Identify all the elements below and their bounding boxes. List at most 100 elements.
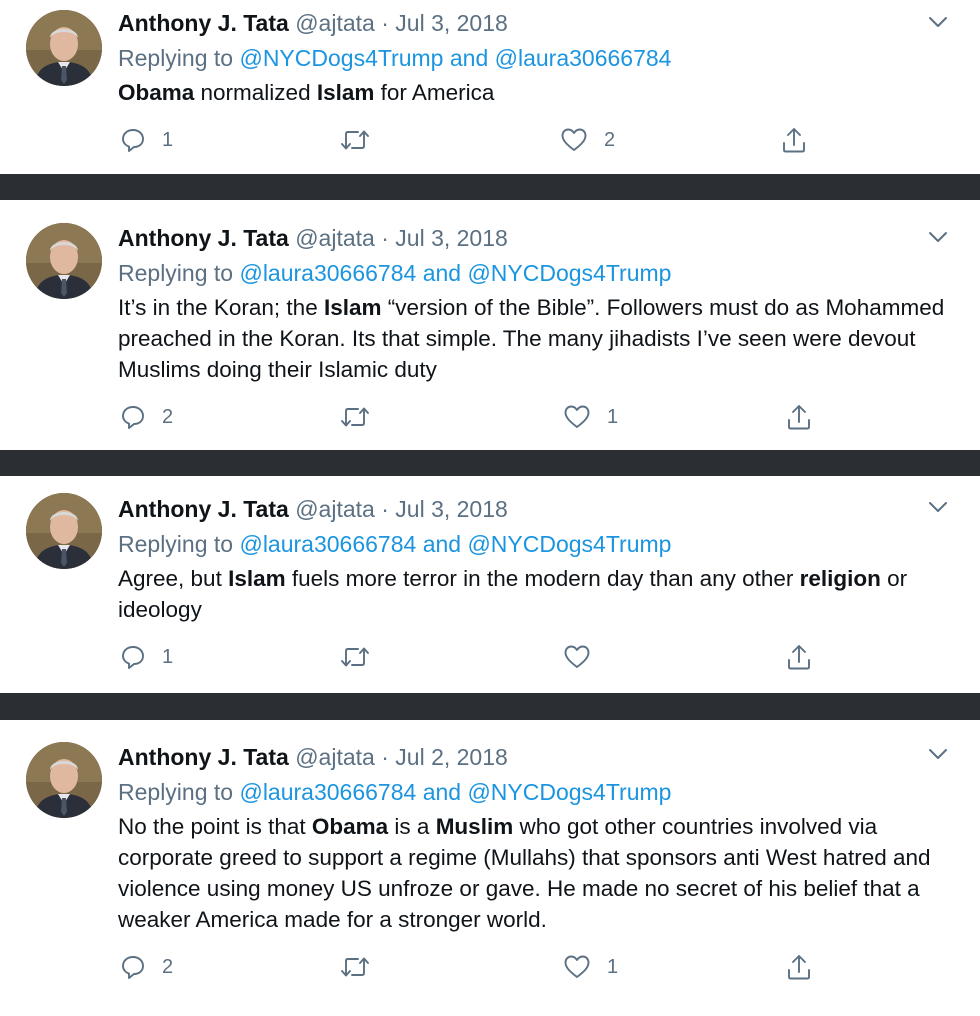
tweet-header: Anthony J. Tata @ajtata · Jul 3, 2018: [118, 8, 508, 38]
avatar[interactable]: [26, 10, 102, 86]
reply-button[interactable]: 2: [120, 950, 173, 984]
like-button[interactable]: 1: [563, 950, 618, 984]
reply-icon: [122, 406, 144, 429]
tweet-date[interactable]: Jul 3, 2018: [395, 496, 508, 522]
share-icon: [788, 405, 810, 430]
reply-count: 2: [162, 955, 174, 978]
tweet-body: Agree, but Islam fuels more terror in th…: [118, 563, 968, 625]
heart-icon: [564, 645, 590, 668]
author-handle[interactable]: @ajtata: [295, 10, 375, 36]
bold-text: Islam: [316, 80, 375, 105]
avatar-photo: [26, 10, 102, 86]
chevron-down-icon[interactable]: [925, 228, 951, 246]
bold-text: Obama: [118, 80, 195, 105]
reply-button[interactable]: 1: [120, 640, 173, 674]
tweet-header: Anthony J. Tata @ajtata · Jul 3, 2018: [118, 223, 508, 253]
share-button[interactable]: [786, 400, 812, 434]
avatar-photo: [26, 223, 102, 299]
tweet-actions: 1 2: [0, 123, 980, 157]
author-handle[interactable]: @ajtata: [295, 496, 375, 522]
reply-count: 1: [162, 645, 174, 668]
tweet-header: Anthony J. Tata @ajtata · Jul 2, 2018: [118, 742, 508, 772]
body-text: fuels more terror in the modern day than…: [285, 566, 800, 591]
author-name[interactable]: Anthony J. Tata: [118, 10, 289, 36]
replying-prefix: Replying to: [118, 531, 234, 557]
reply-icon: [122, 956, 144, 979]
reply-button[interactable]: 1: [120, 123, 173, 157]
author-handle[interactable]: @ajtata: [295, 744, 375, 770]
like-count: 1: [607, 405, 619, 428]
mention-link[interactable]: @NYCDogs4Trump: [467, 779, 671, 805]
bold-text: religion: [799, 566, 881, 591]
chevron-down-icon[interactable]: [925, 498, 951, 516]
header-separator: ·: [381, 225, 389, 251]
feed-divider: [0, 450, 980, 476]
tweet-date[interactable]: Jul 3, 2018: [395, 225, 508, 251]
chevron-down-icon[interactable]: [925, 13, 951, 31]
bold-text: Islam: [323, 295, 382, 320]
replying-and: and: [449, 45, 489, 71]
share-button[interactable]: [786, 640, 812, 674]
author-name[interactable]: Anthony J. Tata: [118, 744, 289, 770]
retweet-icon: [341, 647, 369, 667]
mention-link[interactable]: @NYCDogs4Trump: [239, 45, 443, 71]
tweet[interactable]: Anthony J. Tata @ajtata · Jul 2, 2018 Re…: [0, 720, 980, 1016]
reply-count: 2: [162, 405, 174, 428]
heart-icon: [561, 128, 587, 151]
body-text: normalized: [194, 80, 317, 105]
retweet-icon: [341, 407, 369, 427]
retweet-button[interactable]: [340, 400, 370, 434]
mention-link[interactable]: @laura30666784: [239, 260, 416, 286]
replying-to: Replying to @laura30666784 and @NYCDogs4…: [118, 529, 671, 559]
avatar[interactable]: [26, 493, 102, 569]
chevron-down-icon[interactable]: [925, 745, 951, 763]
like-button[interactable]: [563, 640, 607, 674]
tweet-date[interactable]: Jul 3, 2018: [395, 10, 508, 36]
author-name[interactable]: Anthony J. Tata: [118, 225, 289, 251]
mention-link[interactable]: @NYCDogs4Trump: [467, 260, 671, 286]
avatar[interactable]: [26, 742, 102, 818]
mention-link[interactable]: @NYCDogs4Trump: [467, 531, 671, 557]
avatar[interactable]: [26, 223, 102, 299]
retweet-button[interactable]: [340, 640, 370, 674]
tweet[interactable]: Anthony J. Tata @ajtata · Jul 3, 2018 Re…: [0, 476, 980, 693]
tweet[interactable]: Anthony J. Tata @ajtata · Jul 3, 2018 Re…: [0, 200, 980, 450]
tweet-body: It’s in the Koran; the Islam “version of…: [118, 292, 968, 385]
bold-text: Islam: [228, 566, 286, 591]
body-text: for America: [374, 80, 495, 105]
mention-link[interactable]: @laura30666784: [239, 779, 416, 805]
mention-link[interactable]: @laura30666784: [495, 45, 672, 71]
reply-icon: [122, 646, 144, 669]
replying-prefix: Replying to: [118, 779, 234, 805]
replying-and: and: [422, 531, 462, 557]
tweet-body: Obama normalized Islam for America: [118, 77, 968, 108]
tweet[interactable]: Anthony J. Tata @ajtata · Jul 3, 2018 Re…: [0, 0, 980, 174]
reply-icon: [122, 129, 144, 152]
author-name[interactable]: Anthony J. Tata: [118, 496, 289, 522]
retweet-icon: [341, 130, 369, 150]
share-button[interactable]: [781, 123, 807, 157]
author-handle[interactable]: @ajtata: [295, 225, 375, 251]
header-separator: ·: [381, 496, 389, 522]
body-text: No the point is that: [118, 814, 312, 839]
tweet-body: No the point is that Obama is a Muslim w…: [118, 811, 968, 935]
tweet-date[interactable]: Jul 2, 2018: [395, 744, 508, 770]
retweet-button[interactable]: [340, 950, 370, 984]
tweet-actions: 2 1: [0, 950, 980, 984]
like-button[interactable]: 2: [560, 123, 615, 157]
retweet-icon: [341, 957, 369, 977]
share-button[interactable]: [786, 950, 812, 984]
tweet-header: Anthony J. Tata @ajtata · Jul 3, 2018: [118, 494, 508, 524]
replying-to: Replying to @laura30666784 and @NYCDogs4…: [118, 777, 671, 807]
tweet-actions: 2 1: [0, 400, 980, 434]
replying-and: and: [422, 779, 462, 805]
avatar-photo: [26, 742, 102, 818]
bold-text: Muslim: [435, 814, 514, 839]
reply-button[interactable]: 2: [120, 400, 173, 434]
like-button[interactable]: 1: [563, 400, 618, 434]
retweet-button[interactable]: [340, 123, 370, 157]
share-icon: [783, 128, 805, 153]
feed-divider: [0, 693, 980, 720]
mention-link[interactable]: @laura30666784: [239, 531, 416, 557]
header-separator: ·: [381, 744, 389, 770]
